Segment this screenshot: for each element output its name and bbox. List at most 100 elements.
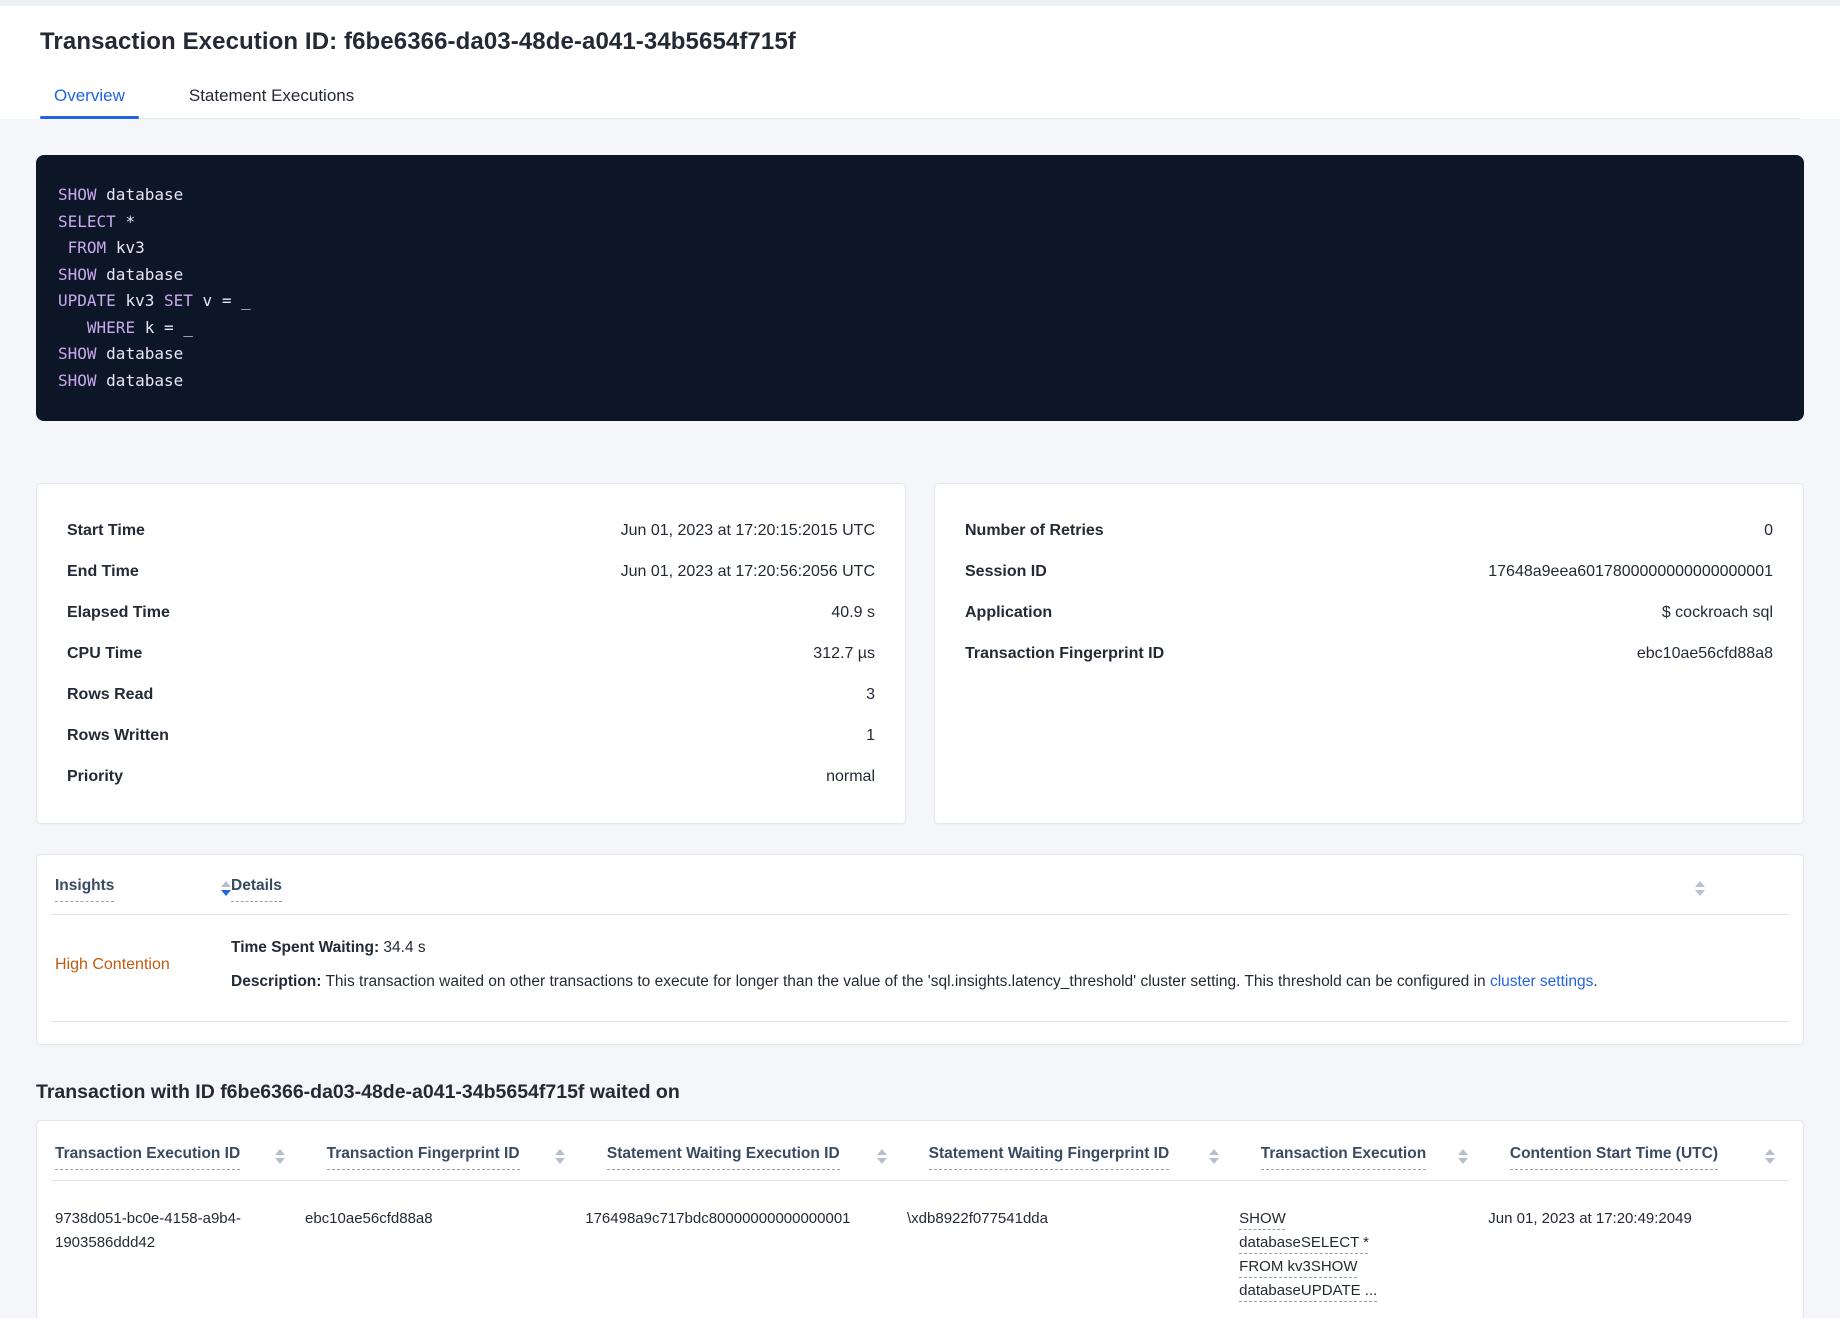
tab-statement-executions[interactable]: Statement Executions bbox=[175, 78, 368, 118]
col-statement-waiting-execution-id[interactable]: Statement Waiting Execution ID bbox=[606, 1145, 929, 1180]
row-value: 312.7 µs bbox=[813, 644, 875, 662]
row-label: Application bbox=[965, 603, 1053, 621]
cell-contention-start-time: Jun 01, 2023 at 17:20:49:2049 bbox=[1488, 1210, 1692, 1227]
insights-table-header: Insights Details bbox=[51, 867, 1789, 915]
page-title: Transaction Execution ID: f6be6366-da03-… bbox=[40, 28, 796, 55]
description-label: Description: bbox=[231, 973, 322, 990]
sort-descending-icon bbox=[221, 890, 231, 896]
sort-descending-icon bbox=[274, 1158, 285, 1164]
cell-statement-waiting-fingerprint-id: \xdb8922f077541dda bbox=[907, 1210, 1048, 1227]
column-label[interactable]: Transaction Fingerprint ID bbox=[326, 1145, 520, 1170]
row-label: Number of Retries bbox=[965, 521, 1104, 539]
col-transaction-execution[interactable]: Transaction Execution bbox=[1260, 1145, 1510, 1180]
sort-ascending-icon bbox=[274, 1149, 285, 1155]
waiting-value: 34.4 s bbox=[379, 939, 426, 956]
sort-ascending-icon bbox=[876, 1149, 887, 1155]
details-column-label[interactable]: Details bbox=[231, 877, 282, 902]
waited-on-table: Transaction Execution ID Transaction Fin… bbox=[51, 1137, 1789, 1318]
transaction-execution-preview-link[interactable]: SHOW databaseSELECT * FROM kv3SHOW datab… bbox=[1239, 1207, 1401, 1303]
summary-row: Elapsed Time 40.9 s bbox=[67, 592, 875, 633]
column-label[interactable]: Transaction Execution bbox=[1260, 1145, 1427, 1170]
row-value: 0 bbox=[1764, 521, 1773, 539]
sort-icon[interactable] bbox=[1695, 877, 1705, 896]
insights-table-card: Insights Details High Contention Time Sp… bbox=[36, 854, 1804, 1045]
sort-icon bbox=[1457, 1145, 1468, 1164]
row-label: Session ID bbox=[965, 562, 1047, 580]
tab-overview[interactable]: Overview bbox=[40, 78, 139, 119]
waited-on-table-header: Transaction Execution ID Transaction Fin… bbox=[51, 1137, 1789, 1181]
row-value: $ cockroach sql bbox=[1661, 603, 1773, 621]
description-text: This transaction waited on other transac… bbox=[321, 973, 1490, 990]
insight-details: Time Spent Waiting: 34.4 s Description: … bbox=[231, 937, 1785, 993]
sort-descending-icon bbox=[1765, 1158, 1775, 1164]
column-label[interactable]: Statement Waiting Fingerprint ID bbox=[928, 1145, 1170, 1170]
column-label[interactable]: Transaction Execution ID bbox=[55, 1145, 241, 1170]
row-label: Transaction Fingerprint ID bbox=[965, 644, 1165, 662]
sort-icon bbox=[274, 1145, 285, 1164]
col-transaction-fingerprint-id[interactable]: Transaction Fingerprint ID bbox=[326, 1145, 607, 1180]
insight-row: High Contention Time Spent Waiting: 34.4… bbox=[51, 915, 1789, 1022]
summary-row: Transaction Fingerprint ID ebc10ae56cfd8… bbox=[965, 633, 1773, 674]
description-suffix: . bbox=[1593, 973, 1598, 990]
summary-row: End Time Jun 01, 2023 at 17:20:56:2056 U… bbox=[67, 551, 875, 592]
column-label[interactable]: Contention Start Time (UTC) bbox=[1509, 1145, 1718, 1170]
waited-on-heading: Transaction with ID f6be6366-da03-48de-a… bbox=[36, 1081, 680, 1103]
sort-ascending-icon bbox=[221, 881, 231, 887]
row-value: Jun 01, 2023 at 17:20:56:2056 UTC bbox=[620, 562, 875, 580]
waiting-label: Time Spent Waiting: bbox=[231, 939, 380, 956]
sort-descending-icon bbox=[554, 1158, 565, 1164]
sort-icon bbox=[221, 877, 231, 896]
row-label: Rows Written bbox=[67, 726, 169, 744]
summary-row: Start Time Jun 01, 2023 at 17:20:15:2015… bbox=[67, 510, 875, 551]
transaction-fingerprint-link[interactable]: ebc10ae56cfd88a8 bbox=[1637, 645, 1773, 663]
summary-row: Rows Read 3 bbox=[67, 674, 875, 715]
sort-ascending-icon bbox=[1208, 1149, 1219, 1155]
sort-descending-icon bbox=[1208, 1158, 1219, 1164]
row-value: 40.9 s bbox=[831, 603, 875, 621]
column-label[interactable]: Statement Waiting Execution ID bbox=[606, 1145, 840, 1170]
col-statement-waiting-fingerprint-id[interactable]: Statement Waiting Fingerprint ID bbox=[928, 1145, 1261, 1180]
insight-description: Description: This transaction waited on … bbox=[231, 971, 1785, 993]
main-content: SHOW database SELECT * FROM kv3 SHOW datab… bbox=[0, 119, 1840, 1318]
cluster-settings-link[interactable]: cluster settings bbox=[1490, 973, 1593, 990]
sql-statements-box: SHOW database SELECT * FROM kv3 SHOW datab… bbox=[36, 155, 1804, 421]
insight-type-label: High Contention bbox=[55, 956, 170, 973]
summary-row: Session ID 17648a9eea6017800000000000000… bbox=[965, 551, 1773, 592]
sort-icon bbox=[554, 1145, 565, 1164]
row-label: Priority bbox=[67, 767, 124, 785]
time-spent-waiting: Time Spent Waiting: 34.4 s bbox=[231, 937, 1785, 959]
waited-on-table-row: 9738d051-bc0e-4158-a9b4-1903586ddd42 ebc… bbox=[51, 1181, 1789, 1318]
insights-column-label[interactable]: Insights bbox=[55, 877, 115, 902]
row-value: 1 bbox=[866, 726, 875, 744]
col-transaction-execution-id[interactable]: Transaction Execution ID bbox=[55, 1145, 327, 1180]
col-contention-start-time[interactable]: Contention Start Time (UTC) bbox=[1509, 1145, 1785, 1180]
session-summary-card: Number of Retries 0 Session ID 17648a9ee… bbox=[934, 483, 1804, 824]
cell-transaction-execution: SHOW databaseSELECT * FROM kv3SHOW datab… bbox=[1239, 1181, 1488, 1318]
row-value: 3 bbox=[866, 685, 875, 703]
summary-row: Application $ cockroach sql bbox=[965, 592, 1773, 633]
row-label: End Time bbox=[67, 562, 139, 580]
sort-ascending-icon bbox=[554, 1149, 565, 1155]
tab-bar: Overview Statement Executions bbox=[40, 78, 1800, 119]
timing-summary-card: Start Time Jun 01, 2023 at 17:20:15:2015… bbox=[36, 483, 906, 824]
waited-on-table-card: Transaction Execution ID Transaction Fin… bbox=[36, 1120, 1804, 1318]
summary-row: Number of Retries 0 bbox=[965, 510, 1773, 551]
summary-row: CPU Time 312.7 µs bbox=[67, 633, 875, 674]
cell-transaction-execution-id: 9738d051-bc0e-4158-a9b4-1903586ddd42 bbox=[55, 1210, 241, 1251]
insights-column-header[interactable]: Insights bbox=[55, 877, 231, 912]
cell-transaction-fingerprint-id: ebc10ae56cfd88a8 bbox=[305, 1210, 433, 1227]
page-header: Transaction Execution ID: f6be6366-da03-… bbox=[0, 6, 1840, 119]
sort-icon bbox=[1208, 1145, 1219, 1164]
row-value: Jun 01, 2023 at 17:20:15:2015 UTC bbox=[620, 521, 875, 539]
row-label: Start Time bbox=[67, 521, 145, 539]
row-value: normal bbox=[826, 767, 875, 785]
row-value: 17648a9eea6017800000000000000001 bbox=[1488, 562, 1773, 580]
sort-icon bbox=[1765, 1145, 1775, 1164]
sort-descending-icon bbox=[876, 1158, 887, 1164]
sort-descending-icon bbox=[1457, 1158, 1468, 1164]
sort-ascending-icon bbox=[1695, 881, 1705, 887]
row-label: Elapsed Time bbox=[67, 603, 170, 621]
sort-icon bbox=[876, 1145, 887, 1164]
summary-row: Priority normal bbox=[67, 756, 875, 797]
row-label: Rows Read bbox=[67, 685, 154, 703]
